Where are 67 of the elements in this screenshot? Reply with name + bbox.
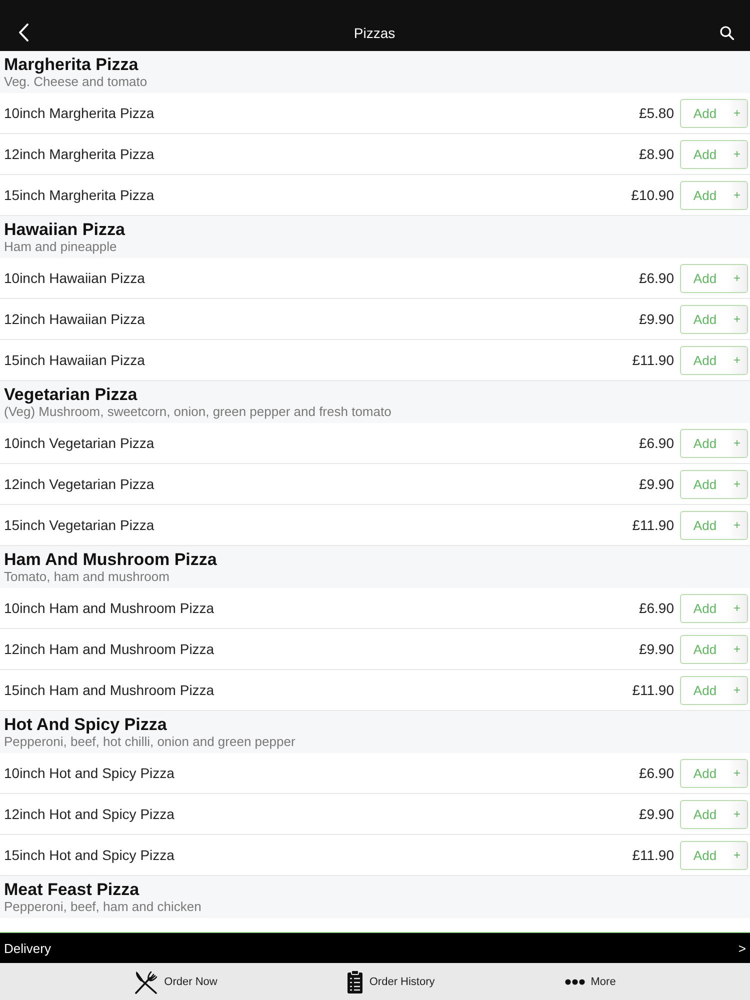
add-button[interactable]: Add +: [680, 840, 748, 870]
tab-item[interactable]: More: [564, 976, 616, 988]
screen-title: Pizzas: [354, 24, 396, 40]
add-button[interactable]: Add +: [680, 180, 748, 210]
section-title: Hawaiian Pizza: [4, 220, 125, 239]
section-description: Tomato, ham and mushroom: [4, 569, 170, 585]
item-price: £9.90: [638, 476, 674, 492]
item-name: 15inch Hot and Spicy Pizza: [4, 847, 174, 863]
section-description: Ham and pineapple: [4, 239, 117, 255]
item-name: 12inch Ham and Mushroom Pizza: [4, 641, 214, 657]
item-name: 15inch Ham and Mushroom Pizza: [4, 682, 214, 698]
item-price: £11.90: [632, 517, 674, 533]
section-description: Pepperoni, beef, hot chilli, onion and green pepper: [4, 734, 296, 750]
item-name: 15inch Hawaiian Pizza: [4, 352, 145, 368]
item-price: £11.90: [632, 682, 674, 698]
item-price: £9.90: [638, 311, 674, 327]
item-price: £9.90: [638, 641, 674, 657]
item-price: £10.90: [631, 187, 674, 203]
section-title: Meat Feast Pizza: [4, 880, 140, 899]
add-button[interactable]: Add +: [680, 98, 748, 128]
item-name: 12inch Hot and Spicy Pizza: [4, 806, 174, 822]
item-name: 10inch Vegetarian Pizza: [4, 435, 154, 451]
item-name: 12inch Margherita Pizza: [4, 146, 154, 162]
section-description: Veg. Cheese and tomato: [4, 74, 148, 90]
search-icon[interactable]: [720, 26, 734, 40]
add-button[interactable]: Add +: [680, 594, 748, 622]
add-button[interactable]: Add +: [680, 264, 748, 292]
item-name: 12inch Vegetarian Pizza: [4, 476, 154, 492]
delivery-button[interactable]: Delivery >: [0, 932, 750, 963]
item-name: 10inch Margherita Pizza: [4, 105, 154, 121]
item-price: £6.90: [638, 435, 674, 451]
section-description: (Veg) Mushroom, sweetcorn, onion, green pepper and fresh tomato: [4, 404, 392, 420]
item-price: £8.90: [638, 146, 674, 162]
item-price: £11.90: [632, 352, 674, 368]
item-price: £6.90: [638, 600, 674, 616]
tab-item[interactable]: Order History: [347, 970, 435, 994]
tab-item[interactable]: Order Now: [134, 970, 218, 994]
add-button[interactable]: Add +: [680, 140, 748, 168]
add-button[interactable]: Add +: [680, 428, 748, 458]
add-button[interactable]: Add +: [680, 346, 748, 374]
clipboard-icon: [347, 970, 364, 994]
item-name: 10inch Ham and Mushroom Pizza: [4, 600, 214, 616]
add-button[interactable]: Add +: [680, 634, 748, 664]
item-price: £9.90: [638, 806, 674, 822]
item-name: 15inch Margherita Pizza: [4, 187, 154, 203]
section-title: Ham And Mushroom Pizza: [4, 550, 217, 569]
item-price: £6.90: [638, 270, 674, 286]
add-button[interactable]: Add +: [680, 470, 748, 498]
back-icon[interactable]: [18, 23, 29, 42]
add-button[interactable]: Add +: [680, 758, 748, 788]
section-title: Margherita Pizza: [4, 55, 138, 74]
add-button[interactable]: Add +: [680, 304, 748, 334]
section-title: Hot And Spicy Pizza: [4, 715, 167, 734]
item-name: 15inch Vegetarian Pizza: [4, 517, 154, 533]
add-button[interactable]: Add +: [680, 800, 748, 828]
ellipsis-icon: [564, 978, 585, 984]
add-button[interactable]: Add +: [680, 510, 748, 540]
fork-and-knife-icon: [134, 970, 158, 994]
item-name: 12inch Hawaiian Pizza: [4, 311, 145, 327]
section-title: Vegetarian Pizza: [4, 385, 138, 404]
item-price: £6.90: [638, 765, 674, 781]
section-description: Pepperoni, beef, ham and chicken: [4, 899, 202, 915]
add-button[interactable]: Add +: [680, 676, 748, 704]
item-price: £11.90: [632, 847, 674, 863]
item-name: 10inch Hot and Spicy Pizza: [4, 765, 174, 781]
item-name: 10inch Hawaiian Pizza: [4, 270, 145, 286]
item-price: £5.80: [638, 105, 674, 121]
